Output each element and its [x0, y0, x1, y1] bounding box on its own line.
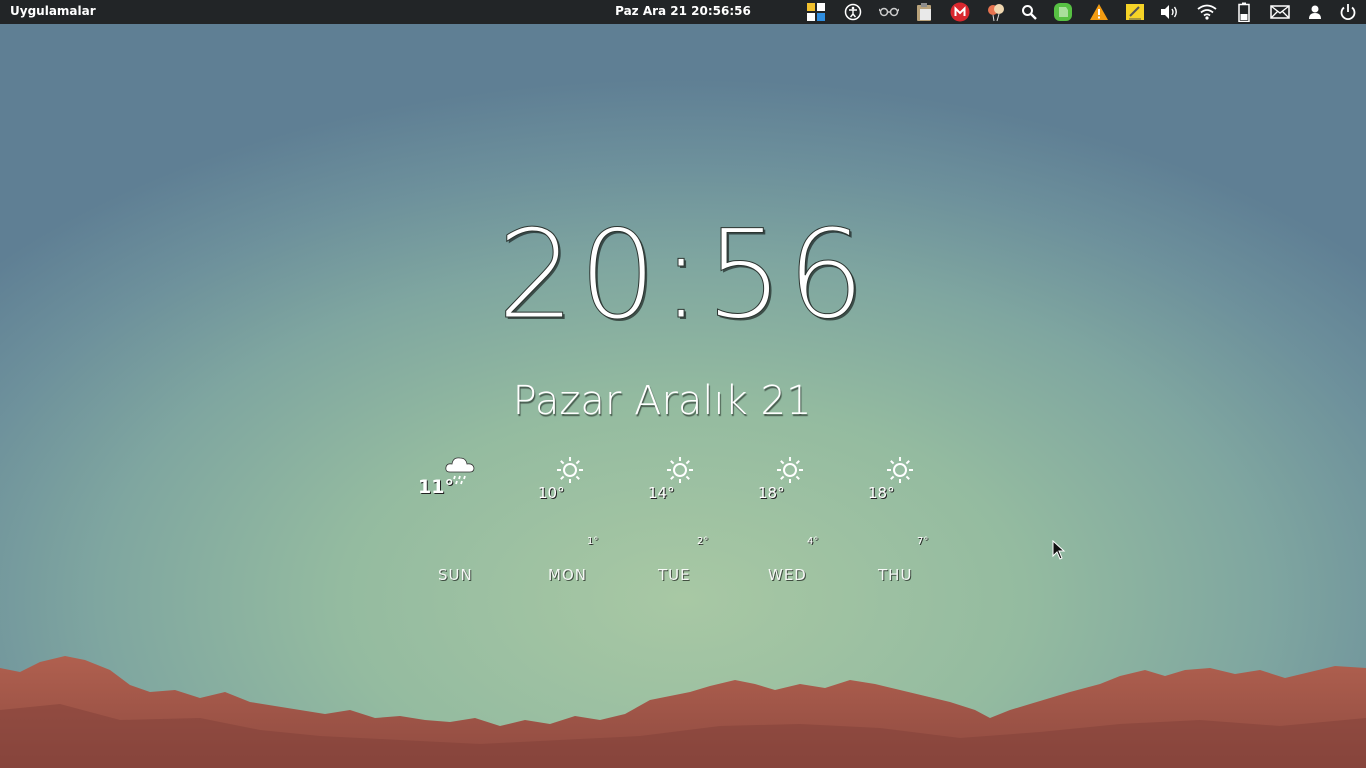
forecast-day-sun: SUN [438, 566, 473, 584]
mountain-range [0, 656, 1366, 768]
warning-icon[interactable] [1089, 2, 1109, 22]
power-icon[interactable] [1338, 2, 1358, 22]
accessibility-icon[interactable] [843, 2, 863, 22]
wifi-icon[interactable] [1197, 2, 1217, 22]
forecast-day-thu: THU [878, 566, 913, 584]
sun-icon [667, 457, 693, 483]
mail-icon[interactable] [1270, 2, 1290, 22]
forecast-low-mon: 1° [587, 536, 599, 547]
forecast-high-tue: 14° [648, 484, 675, 502]
workspace-switcher-icon[interactable] [806, 2, 826, 22]
forecast-high-sun: 11° [418, 476, 454, 498]
panel-datetime[interactable]: Paz Ara 21 20:56:56 [615, 4, 751, 18]
user-icon[interactable] [1305, 2, 1325, 22]
forecast-low-thu: 7° [917, 536, 929, 547]
forecast-high-thu: 18° [868, 484, 895, 502]
forecast-high-mon: 10° [538, 484, 565, 502]
volume-icon[interactable] [1160, 2, 1180, 22]
clipboard-icon[interactable] [914, 2, 934, 22]
sun-icon [557, 457, 583, 483]
glasses-icon[interactable] [879, 2, 899, 22]
mouse-cursor-icon [1052, 540, 1066, 560]
forecast-low-wed: 4° [807, 536, 819, 547]
desktop-clock-date: Pazar Aralık 21 [512, 378, 812, 424]
notes-icon[interactable] [1125, 2, 1145, 22]
forecast-day-wed: WED [768, 566, 807, 584]
search-icon[interactable] [1019, 2, 1039, 22]
desktop-clock-time: 20:56 [497, 204, 869, 347]
mega-sync-icon[interactable] [950, 2, 970, 22]
evernote-icon[interactable] [1053, 2, 1073, 22]
forecast-day-mon: MON [548, 566, 587, 584]
forecast-high-wed: 18° [758, 484, 785, 502]
battery-icon[interactable] [1234, 2, 1254, 22]
forecast-low-tue: 2° [697, 536, 709, 547]
sun-icon [887, 457, 913, 483]
applications-menu-button[interactable]: Uygulamalar [10, 4, 96, 18]
balloons-icon[interactable] [986, 2, 1006, 22]
sun-icon [777, 457, 803, 483]
top-panel: Uygulamalar Paz Ara 21 20:56:56 [0, 0, 1366, 24]
forecast-day-tue: TUE [658, 566, 691, 584]
